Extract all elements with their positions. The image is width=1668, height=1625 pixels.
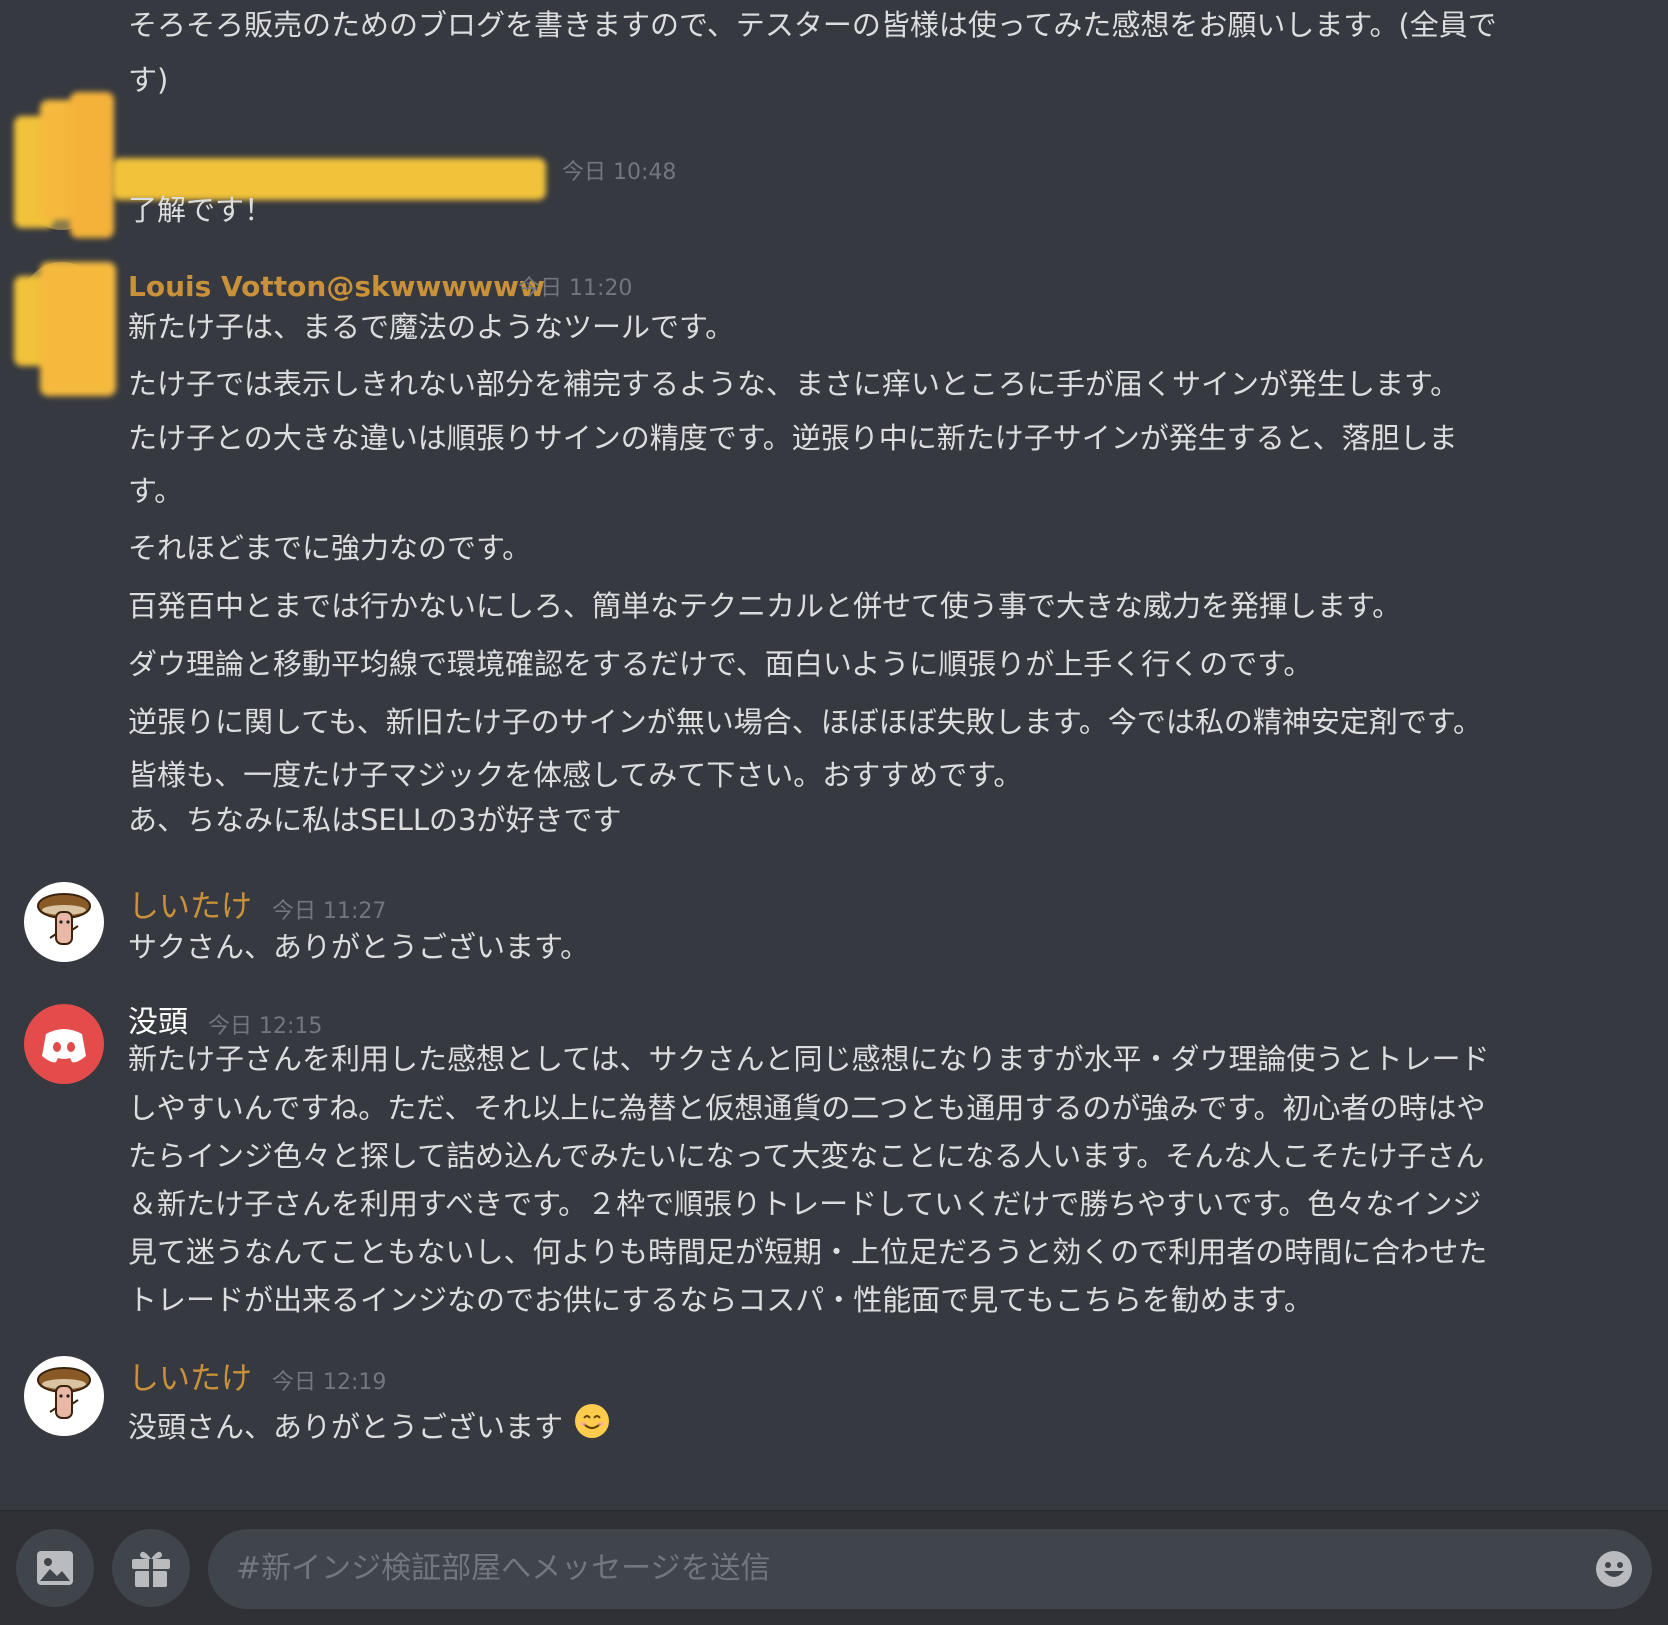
message-line: 逆張りに関しても、新旧たけ子のサインが無い場合、ほぼほぼ失敗します。今では私の精…	[128, 705, 1483, 739]
avatar-default[interactable]	[24, 1004, 104, 1084]
message-line: 了解です！	[128, 193, 274, 227]
shiitake-mushroom-icon	[37, 1367, 91, 1419]
message-list: そろそろ販売のためのブログを書きますので、テスターの皆様は使ってみた感想をお願い…	[0, 0, 1668, 1510]
message-author[interactable]: Louis Votton@skwwwwww	[128, 270, 545, 304]
upload-image-button[interactable]	[16, 1529, 94, 1607]
message-line: サクさん、ありがとうございます。	[128, 930, 590, 964]
shiitake-mushroom-icon	[37, 893, 91, 945]
message-line: そろそろ販売のためのブログを書きますので、テスターの皆様は使ってみた感想をお願い…	[128, 8, 1497, 42]
message-timestamp: 今日 10:48	[562, 160, 677, 185]
avatar-shiitake[interactable]	[24, 1356, 104, 1436]
avatar-shiitake[interactable]	[24, 882, 104, 962]
discord-logo-icon	[42, 1029, 86, 1063]
message-line: しやすいんですね。ただ、それ以上に為替と仮想通貨の二つとも通用するのが強みです。…	[128, 1091, 1486, 1125]
message-line: 没頭さん、ありがとうございます	[128, 1402, 610, 1455]
message-line: それほどまでに強力なのです。	[128, 531, 532, 565]
message-text: 没頭さん、ありがとうございます	[128, 1410, 564, 1444]
message-timestamp: 今日 12:19	[272, 1370, 387, 1395]
message-line: たらインジ色々と探して詰め込んでみたいになって大変なことになる人います。そんな人…	[128, 1139, 1485, 1173]
composer-bar: #新インジ検証部屋へメッセージを送信	[0, 1510, 1668, 1625]
redaction-mark	[40, 262, 116, 396]
message-line: たけ子では表示しきれない部分を補完するような、まさに痒いところに手が届くサインが…	[128, 367, 1460, 401]
gift-button[interactable]	[112, 1529, 190, 1607]
message-line: 百発百中とまでは行かないにしろ、簡単なテクニカルと併せて使う事で大きな威力を発揮…	[128, 589, 1402, 623]
message-line: 見て迷うなんてこともないし、何よりも時間足が短期・上位足だろうと効くので利用者の…	[128, 1235, 1488, 1269]
image-icon	[37, 1551, 73, 1585]
message-line: トレードが出来るインジなのでお供にするならコスパ・性能面で見てもこちらを勧めます…	[128, 1283, 1313, 1317]
gift-icon	[132, 1551, 170, 1587]
emoji-picker-icon	[1596, 1551, 1632, 1587]
message-author[interactable]: しいたけ	[128, 890, 252, 924]
redaction-mark	[70, 92, 114, 238]
message-line: たけ子との大きな違いは順張りサインの精度です。逆張り中に新たけ子サインが発生する…	[128, 421, 1458, 455]
message-line: 新たけ子は、まるで魔法のようなツールです。	[128, 310, 735, 344]
message-line: あ、ちなみに私はSELLの3が好きです	[128, 803, 622, 837]
message-input[interactable]: #新インジ検証部屋へメッセージを送信	[208, 1529, 1652, 1609]
message-line: す)	[128, 63, 169, 97]
message-line: 皆様も、一度たけ子マジックを体感してみて下さい。おすすめです。	[128, 758, 1023, 792]
message-line: ダウ理論と移動平均線で環境確認をするだけで、面白いように順張りが上手く行くのです…	[128, 647, 1313, 681]
message-line: 新たけ子さんを利用した感想としては、サクさんと同じ感想になりますが水平・ダウ理論…	[128, 1042, 1490, 1076]
message-input-placeholder: #新インジ検証部屋へメッセージを送信	[236, 1551, 771, 1586]
emoji-picker-button[interactable]	[1594, 1549, 1634, 1589]
message-line: ＆新たけ子さんを利用すべきです。２枠で順張りトレードしていくだけで勝ちやすいです…	[128, 1187, 1482, 1221]
smiling-face-icon	[574, 1403, 610, 1455]
message-timestamp: 今日 11:20	[518, 276, 633, 301]
message-line: す。	[128, 474, 184, 508]
message-author[interactable]: しいたけ	[128, 1362, 252, 1396]
